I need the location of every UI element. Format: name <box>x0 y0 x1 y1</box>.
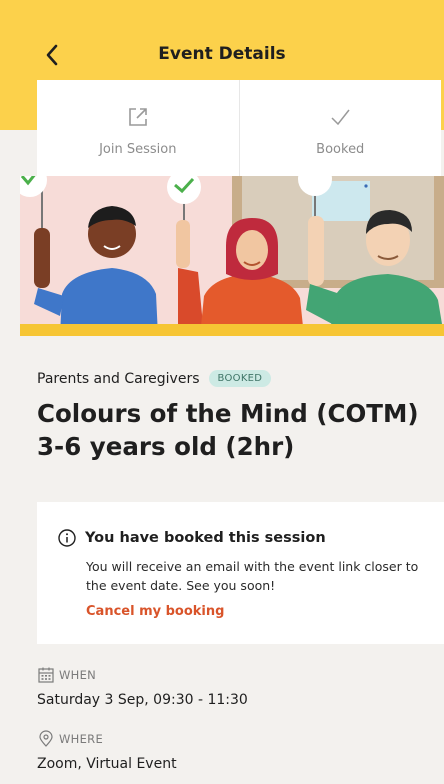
event-hero-illustration <box>20 176 444 336</box>
location-pin-icon <box>39 730 53 747</box>
notice-message: You will receive an email with the event… <box>86 559 419 593</box>
where-value: Zoom, Virtual Event <box>37 756 177 772</box>
event-title: Colours of the Mind (COTM) 3-6 years old… <box>37 397 444 463</box>
page-title: Event Details <box>158 44 286 64</box>
external-link-icon <box>128 108 147 126</box>
event-category: Parents and Caregivers <box>37 370 200 387</box>
where-label: WHERE <box>37 730 103 748</box>
where-label-text: WHERE <box>59 732 104 746</box>
when-label: WHEN <box>37 666 96 684</box>
booked-button[interactable]: Booked <box>238 80 442 179</box>
calendar-icon <box>38 667 54 683</box>
booked-label: Booked <box>316 142 365 157</box>
notice-title: You have booked this session <box>85 530 326 546</box>
event-title-line-2: 3-6 years old (2hr) <box>37 432 295 461</box>
join-session-label: Join Session <box>99 142 177 157</box>
cancel-booking-link[interactable]: Cancel my booking <box>86 604 224 619</box>
info-icon <box>58 529 76 547</box>
when-label-text: WHEN <box>59 668 97 682</box>
status-badge: BOOKED <box>208 370 272 387</box>
session-actions-card: Join Session Booked <box>37 80 441 179</box>
checkmark-icon <box>331 109 350 126</box>
booking-notice: You have booked this session You will re… <box>37 502 444 644</box>
event-title-line-1: Colours of the Mind (COTM) <box>37 399 419 428</box>
event-summary: Parents and Caregivers BOOKED Colours of… <box>37 370 444 463</box>
when-value: Saturday 3 Sep, 09:30 - 11:30 <box>37 692 248 708</box>
join-session-button[interactable]: Join Session <box>37 80 239 179</box>
